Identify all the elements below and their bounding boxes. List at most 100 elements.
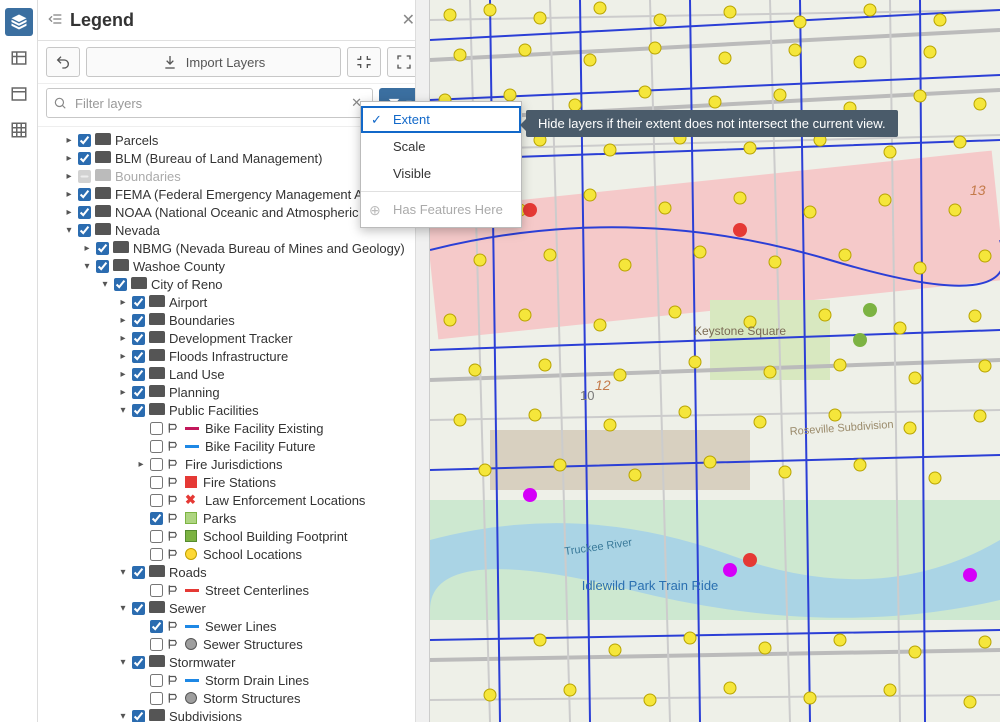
tree-node[interactable]: ▸ Boundaries — [44, 311, 423, 329]
expander-closed-icon[interactable]: ▸ — [116, 351, 130, 362]
tree-node[interactable]: ▸ Planning — [44, 383, 423, 401]
dropdown-item-has-features[interactable]: Has Features Here — [361, 196, 521, 223]
expander-closed-icon[interactable]: ▸ — [80, 243, 94, 254]
expander-closed-icon[interactable]: ▸ — [62, 171, 76, 182]
tree-node[interactable]: ▸NBMG (Nevada Bureau of Mines and Geolog… — [44, 239, 423, 257]
rail-grid-button[interactable] — [5, 116, 33, 144]
expander-closed-icon[interactable]: ▸ — [62, 135, 76, 146]
layer-checkbox[interactable] — [78, 206, 91, 219]
tree-node[interactable]: ▾Subdivisions — [44, 707, 423, 722]
layer-checkbox[interactable] — [114, 278, 127, 291]
layer-checkbox[interactable] — [150, 422, 163, 435]
layer-swatch — [185, 441, 199, 451]
dropdown-item-visible[interactable]: Visible — [361, 160, 521, 187]
tree-node[interactable]: Bike Facility Future — [44, 437, 423, 455]
tree-node[interactable]: School Building Footprint — [44, 527, 423, 545]
layer-checkbox[interactable] — [132, 566, 145, 579]
layer-checkbox[interactable] — [150, 620, 163, 633]
dropdown-item-extent[interactable]: Extent — [361, 106, 521, 133]
tree-node-label: Planning — [169, 385, 220, 400]
layer-checkbox[interactable] — [132, 332, 145, 345]
expander-closed-icon[interactable]: ▸ — [62, 189, 76, 200]
tree-node[interactable]: Sewer Lines — [44, 617, 423, 635]
expander-open-icon[interactable]: ▾ — [116, 405, 130, 416]
tree-node[interactable]: ▾Roads — [44, 563, 423, 581]
expander-closed-icon[interactable]: ▸ — [62, 153, 76, 164]
layer-checkbox[interactable] — [132, 656, 145, 669]
tree-node[interactable]: ▾Washoe County — [44, 257, 423, 275]
expander-open-icon[interactable]: ▾ — [116, 567, 130, 578]
expander-open-icon[interactable]: ▾ — [116, 603, 130, 614]
folder-icon — [113, 241, 129, 255]
layer-checkbox[interactable] — [150, 692, 163, 705]
expander-closed-icon[interactable]: ▸ — [116, 297, 130, 308]
collapse-icon[interactable] — [48, 11, 64, 30]
layer-checkbox[interactable] — [150, 440, 163, 453]
expander-closed-icon[interactable]: ▸ — [116, 315, 130, 326]
layer-checkbox[interactable] — [132, 314, 145, 327]
folder-icon — [113, 259, 129, 273]
expander-closed-icon[interactable]: ▸ — [134, 459, 148, 470]
tree-node[interactable]: Parks — [44, 509, 423, 527]
layer-checkbox[interactable] — [150, 548, 163, 561]
layer-checkbox[interactable] — [78, 134, 91, 147]
undo-button[interactable] — [46, 47, 80, 77]
layer-checkbox[interactable] — [132, 602, 145, 615]
layer-checkbox[interactable] — [78, 152, 91, 165]
layer-checkbox[interactable] — [150, 530, 163, 543]
tree-node[interactable]: Storm Drain Lines — [44, 671, 423, 689]
tree-node[interactable]: Sewer Structures — [44, 635, 423, 653]
tree-node[interactable]: ▸Airport — [44, 293, 423, 311]
tree-node[interactable]: ▾Public Facilities — [44, 401, 423, 419]
tree-node[interactable]: ▸Floods Infrastructure — [44, 347, 423, 365]
layer-checkbox[interactable] — [150, 458, 163, 471]
expander-closed-icon[interactable]: ▸ — [116, 333, 130, 344]
expander-closed-icon[interactable]: ▸ — [62, 207, 76, 218]
tree-node[interactable]: Street Centerlines — [44, 581, 423, 599]
layer-checkbox[interactable] — [150, 584, 163, 597]
rail-window-button[interactable] — [5, 80, 33, 108]
layer-icon — [167, 475, 181, 489]
layer-checkbox[interactable] — [96, 242, 109, 255]
collapse-all-button[interactable] — [347, 47, 381, 77]
layer-checkbox[interactable] — [78, 170, 91, 183]
tree-node[interactable]: ▾Stormwater — [44, 653, 423, 671]
expander-open-icon[interactable]: ▾ — [80, 261, 94, 272]
expander-closed-icon[interactable]: ▸ — [116, 387, 130, 398]
filter-input[interactable] — [73, 95, 341, 112]
layer-checkbox[interactable] — [78, 188, 91, 201]
tree-node[interactable]: School Locations — [44, 545, 423, 563]
layer-checkbox[interactable] — [96, 260, 109, 273]
tree-node-label: Boundaries — [169, 313, 235, 328]
layer-checkbox[interactable] — [150, 512, 163, 525]
rail-layers-button[interactable] — [5, 8, 33, 36]
layer-checkbox[interactable] — [150, 638, 163, 651]
tree-node[interactable]: ▾Sewer — [44, 599, 423, 617]
layer-checkbox[interactable] — [132, 404, 145, 417]
expander-open-icon[interactable]: ▾ — [116, 657, 130, 668]
tree-node[interactable]: ▸Development Tracker — [44, 329, 423, 347]
layer-checkbox[interactable] — [132, 350, 145, 363]
layer-checkbox[interactable] — [78, 224, 91, 237]
layer-checkbox[interactable] — [132, 386, 145, 399]
rail-table-button[interactable] — [5, 44, 33, 72]
tree-node[interactable]: Fire Stations — [44, 473, 423, 491]
layer-checkbox[interactable] — [132, 710, 145, 722]
expander-open-icon[interactable]: ▾ — [98, 279, 112, 290]
tree-node[interactable]: ▾City of Reno — [44, 275, 423, 293]
tree-node[interactable]: Bike Facility Existing — [44, 419, 423, 437]
dropdown-item-scale[interactable]: Scale — [361, 133, 521, 160]
import-layers-button[interactable]: Import Layers — [86, 47, 341, 77]
expander-open-icon[interactable]: ▾ — [116, 711, 130, 722]
tree-node[interactable]: ✖Law Enforcement Locations — [44, 491, 423, 509]
layer-checkbox[interactable] — [150, 674, 163, 687]
expander-open-icon[interactable]: ▾ — [62, 225, 76, 236]
layer-checkbox[interactable] — [132, 368, 145, 381]
layer-checkbox[interactable] — [132, 296, 145, 309]
tree-node[interactable]: ▸Fire Jurisdictions — [44, 455, 423, 473]
layer-checkbox[interactable] — [150, 476, 163, 489]
tree-node[interactable]: Storm Structures — [44, 689, 423, 707]
expander-closed-icon[interactable]: ▸ — [116, 369, 130, 380]
layer-checkbox[interactable] — [150, 494, 163, 507]
tree-node[interactable]: ▸Land Use — [44, 365, 423, 383]
